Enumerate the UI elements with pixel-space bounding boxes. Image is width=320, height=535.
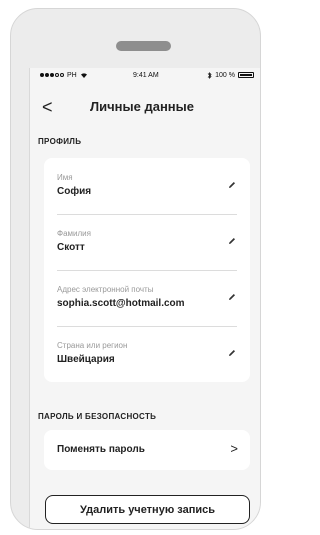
field-last-name[interactable]: Фамилия Скотт — [44, 214, 250, 270]
chevron-right-icon: > — [230, 441, 238, 456]
field-first-name[interactable]: Имя София — [44, 158, 250, 214]
field-label: Страна или регион — [57, 341, 128, 350]
field-label: Имя — [57, 173, 73, 182]
nav-bar: < Личные данные — [30, 90, 260, 124]
status-bar: PH 9:41 AM 100 % — [30, 68, 260, 82]
pencil-icon[interactable] — [227, 348, 237, 358]
battery-icon — [238, 72, 254, 78]
pencil-icon[interactable] — [227, 180, 237, 190]
pencil-icon[interactable] — [227, 236, 237, 246]
back-button[interactable]: < — [42, 90, 53, 124]
change-password-label: Поменять пароль — [57, 444, 145, 455]
section-title-profile: ПРОФИЛЬ — [38, 137, 82, 146]
field-value: София — [57, 186, 92, 197]
bluetooth-icon — [207, 71, 212, 79]
field-email[interactable]: Адрес электронной почты sophia.scott@hot… — [44, 270, 250, 326]
field-country[interactable]: Страна или регион Швейцария — [44, 326, 250, 382]
profile-card: Имя София Фамилия Скотт Адрес электронно… — [44, 158, 250, 382]
wifi-icon — [80, 73, 87, 78]
field-label: Фамилия — [57, 229, 91, 238]
delete-account-button[interactable]: Удалить учетную запись — [45, 495, 250, 524]
battery-percent: 100 % — [215, 71, 235, 79]
screen: PH 9:41 AM 100 % < Личные данные ПРОФИЛЬ — [29, 68, 260, 529]
phone-speaker — [116, 41, 171, 51]
page-title: Личные данные — [90, 99, 194, 114]
field-value: Швейцария — [57, 354, 115, 365]
change-password-button[interactable]: Поменять пароль > — [44, 430, 250, 470]
signal-icon — [40, 73, 64, 77]
section-title-security: ПАРОЛЬ И БЕЗОПАСНОСТЬ — [38, 412, 157, 421]
status-time: 9:41 AM — [133, 71, 159, 79]
carrier-label: PH — [67, 71, 77, 79]
field-value: sophia.scott@hotmail.com — [57, 298, 185, 309]
field-label: Адрес электронной почты — [57, 285, 154, 294]
pencil-icon[interactable] — [227, 292, 237, 302]
status-right: 100 % — [207, 72, 254, 79]
phone-frame: PH 9:41 AM 100 % < Личные данные ПРОФИЛЬ — [10, 8, 261, 530]
status-left: PH — [40, 72, 88, 79]
field-value: Скотт — [57, 242, 85, 253]
